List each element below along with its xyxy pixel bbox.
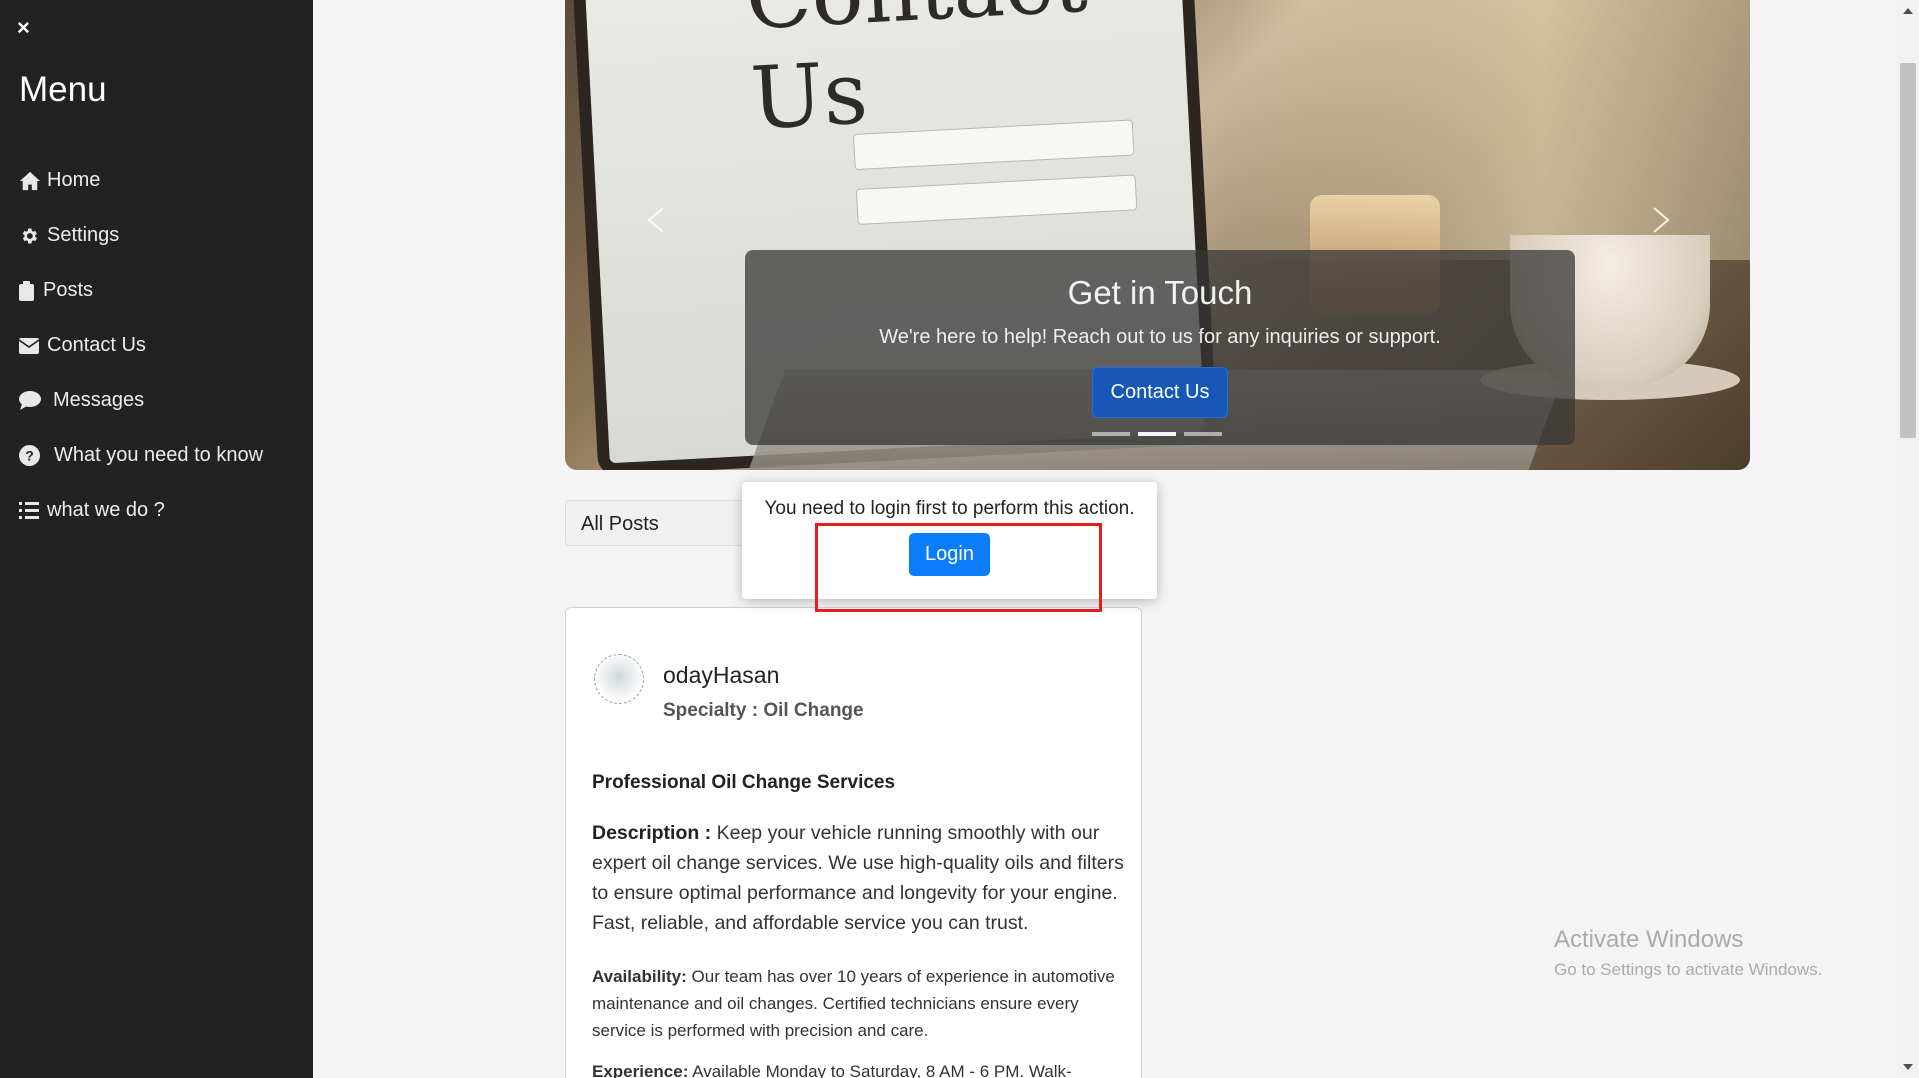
page: × Menu Home Settings Posts Contact Us Me… [0,0,1919,1078]
question-circle-icon: ? [19,445,54,466]
sidebar-item-home[interactable]: Home [0,153,313,208]
sidebar-item-label: Messages [53,389,145,411]
sidebar-item-label: Settings [47,224,120,246]
close-menu-button[interactable]: × [17,16,37,40]
watermark-title: Activate Windows [1554,926,1744,953]
windows-activation-watermark: Activate Windows Go to Settings to activ… [1554,926,1822,980]
carousel-next-button[interactable] [1640,200,1680,240]
carousel-indicator[interactable] [1138,432,1176,436]
carousel-indicators [1092,432,1222,436]
contact-us-button[interactable]: Contact Us [1091,367,1229,418]
hero-carousel: Contact Us Get in Touch We're here to he… [565,0,1750,470]
sidebar-item-what-you-need-to-know[interactable]: ? What you need to know [0,428,313,483]
post-availability: Availability: Our team has over 10 years… [592,963,1122,1044]
post-title: Professional Oil Change Services [592,772,896,793]
caption-title: Get in Touch [1067,274,1253,311]
watermark-subtitle: Go to Settings to activate Windows. [1554,960,1823,979]
page-scrollbar[interactable] [1897,0,1919,1078]
carousel-indicator[interactable] [1184,432,1222,436]
chevron-left-icon [647,207,664,233]
post-description: Description : Keep your vehicle running … [592,818,1132,938]
avatar [594,654,644,704]
sidebar-item-label: Posts [43,279,94,301]
sidebar-item-contact-us[interactable]: Contact Us [0,318,313,373]
gear-icon [19,226,47,246]
carousel-indicator[interactable] [1092,432,1130,436]
availability-label: Availability: [592,967,687,986]
sidebar-item-settings[interactable]: Settings [0,208,313,263]
post-card: odayHasan Specialty : Oil Change Profess… [565,607,1142,1078]
envelope-icon [19,337,47,354]
home-icon [19,171,47,191]
menu-title: Menu [19,70,107,109]
carousel-prev-button[interactable] [637,200,677,240]
chat-bubble-icon [19,391,53,410]
post-specialty: Specialty : Oil Change [663,700,864,721]
sidebar-item-label: what we do ? [47,499,165,521]
sidebar-item-messages[interactable]: Messages [0,373,313,428]
login-required-dialog: You need to login first to perform this … [742,482,1157,599]
screen-field [855,174,1138,225]
experience-text: Available Monday to Saturday, 8 AM - 6 P… [688,1062,1072,1078]
caption-text: We're here to help! Reach out to us for … [879,326,1441,348]
post-author[interactable]: odayHasan [663,662,779,689]
scroll-up-icon[interactable] [1903,8,1913,14]
chevron-right-icon [1653,207,1670,233]
dialog-message: You need to login first to perform this … [764,498,1135,519]
experience-label: Experience: [592,1062,689,1078]
sidebar-nav: Home Settings Posts Contact Us Messages … [0,153,313,538]
carousel-caption: Get in Touch We're here to help! Reach o… [745,250,1575,445]
scroll-down-icon[interactable] [1903,1064,1913,1070]
svg-text:?: ? [25,448,34,464]
list-icon [19,501,47,520]
description-label: Description : [592,822,712,844]
post-experience: Experience: Available Monday to Saturday… [592,1058,1122,1078]
sidebar-menu: × Menu Home Settings Posts Contact Us Me… [0,0,313,1078]
sidebar-item-what-we-do[interactable]: what we do ? [0,483,313,538]
login-button[interactable]: Login [909,533,990,576]
clipboard-icon [19,280,43,301]
sidebar-item-label: What you need to know [54,444,264,466]
sidebar-item-label: Home [47,169,101,191]
sidebar-item-label: Contact Us [47,334,146,356]
sidebar-item-posts[interactable]: Posts [0,263,313,318]
scrollbar-thumb[interactable] [1900,63,1916,438]
